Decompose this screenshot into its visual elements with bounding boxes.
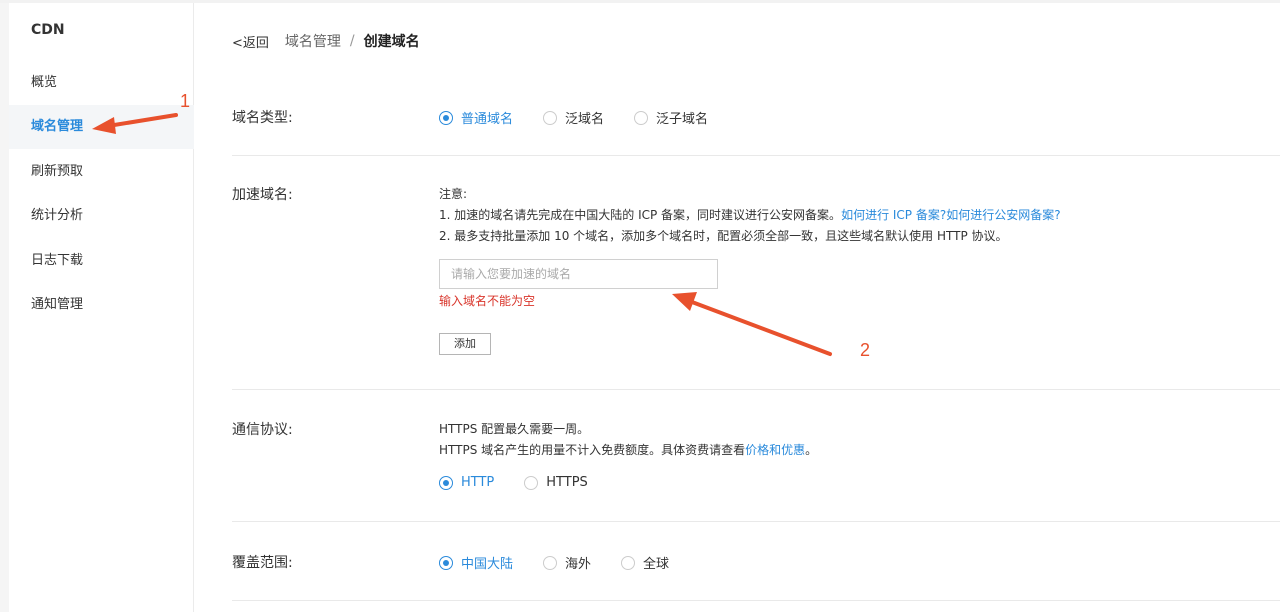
section-divider [232,600,1280,601]
sidebar-item-label: 通知管理 [31,297,84,312]
domain-type-label: 域名类型: [232,110,293,126]
domain-input[interactable] [439,259,718,289]
radio-overseas[interactable]: 海外 [543,553,591,572]
radio-global[interactable]: 全球 [621,553,669,572]
sidebar-title: CDN [31,22,65,38]
breadcrumb-current: 创建域名 [363,34,420,50]
sidebar-item-notifications[interactable]: 通知管理 [9,283,194,327]
protocol-line-2-end: 。 [805,443,818,457]
sidebar-item-statistics[interactable]: 统计分析 [9,194,194,238]
sidebar-item-label: 统计分析 [31,208,84,223]
section-divider [232,389,1280,390]
sidebar-item-label: 概览 [31,75,58,90]
domain-type-radio-group: 普通域名 泛域名 泛子域名 [439,108,738,127]
add-button[interactable]: 添加 [439,333,491,355]
radio-unchecked-icon [524,475,539,490]
domain-error-message: 输入域名不能为空 [439,294,536,308]
radio-label: 泛子域名 [656,112,709,127]
radio-label: HTTP [461,475,495,490]
note-2-text: 2. 最多支持批量添加 10 个域名，添加多个域名时，配置必须全部一致，且这些域… [439,229,1008,243]
note-line-1: 1. 加速的域名请先完成在中国大陆的 ICP 备案，同时建议进行公安网备案。如何… [439,205,1061,226]
note-1-text: 1. 加速的域名请先完成在中国大陆的 ICP 备案，同时建议进行公安网备案。 [439,208,842,222]
sidebar-item-label: 刷新预取 [31,164,84,179]
icp-filing-link[interactable]: 如何进行 ICP 备案? [841,208,946,222]
sidebar-edge [0,3,9,612]
sidebar-item-log-download[interactable]: 日志下载 [9,239,194,283]
sidebar-item-overview[interactable]: 概览 [9,61,194,105]
note-title: 注意: [439,187,468,201]
breadcrumb: <返回 域名管理 / 创建域名 [232,31,420,51]
radio-checked-icon [439,110,453,125]
sidebar-item-label: 日志下载 [31,253,84,268]
radio-unchecked-icon [543,555,558,570]
sidebar-item-refresh-prefetch[interactable]: 刷新预取 [9,150,194,194]
coverage-radio-group: 中国大陆 海外 全球 [439,553,699,572]
pricing-link[interactable]: 价格和优惠 [745,443,805,457]
breadcrumb-parent[interactable]: 域名管理 [285,31,341,51]
annotation-marker-2: 2 [860,340,871,360]
protocol-label: 通信协议: [232,422,293,438]
radio-wildcard-subdomain[interactable]: 泛子域名 [634,108,708,127]
accelerate-notes: 注意: 1. 加速的域名请先完成在中国大陆的 ICP 备案，同时建议进行公安网备… [439,184,1061,247]
section-divider [232,155,1280,156]
back-link[interactable]: <返回 [232,32,269,51]
main-content: <返回 域名管理 / 创建域名 域名类型: 普通域名 泛域名 泛子域名 加速域名… [194,3,1280,612]
breadcrumb-separator: / [349,33,355,49]
protocol-radio-group: HTTP HTTPS [439,475,618,490]
protocol-line-1: HTTPS 配置最久需要一周。 [439,422,590,436]
radio-unchecked-icon [621,555,636,570]
section-divider [232,521,1280,522]
radio-http[interactable]: HTTP [439,475,494,490]
protocol-line-2: HTTPS 域名产生的用量不计入免费额度。具体资费请查看价格和优惠。 [439,440,817,461]
sidebar-item-domain-management[interactable]: 域名管理 [9,105,194,149]
radio-mainland-china[interactable]: 中国大陆 [439,553,513,572]
radio-https[interactable]: HTTPS [524,475,588,490]
radio-standard-domain[interactable]: 普通域名 [439,108,513,127]
sidebar-item-label: 域名管理 [31,119,84,134]
back-label: 返回 [242,35,269,51]
radio-label: 泛域名 [565,112,605,127]
radio-checked-icon [439,475,453,490]
sidebar: CDN 概览 域名管理 刷新预取 统计分析 日志下载 通知管理 [0,3,194,612]
radio-label: HTTPS [546,475,588,490]
radio-label: 普通域名 [461,112,514,127]
police-filing-link[interactable]: 如何进行公安网备案? [946,208,1060,222]
radio-label: 海外 [565,557,592,572]
protocol-description: HTTPS 配置最久需要一周。 HTTPS 域名产生的用量不计入免费额度。具体资… [439,419,817,461]
protocol-line-2-text: HTTPS 域名产生的用量不计入免费额度。具体资费请查看 [439,443,746,457]
radio-label: 中国大陆 [461,557,514,572]
radio-label: 全球 [643,557,670,572]
annotation-marker-1: 1 [180,91,191,111]
chevron-left-icon: < [232,35,243,51]
coverage-label: 覆盖范围: [232,555,293,571]
radio-unchecked-icon [543,110,558,125]
radio-wildcard-domain[interactable]: 泛域名 [543,108,604,127]
radio-checked-icon [439,555,453,570]
accelerate-domain-label: 加速域名: [232,187,293,203]
radio-unchecked-icon [634,110,649,125]
